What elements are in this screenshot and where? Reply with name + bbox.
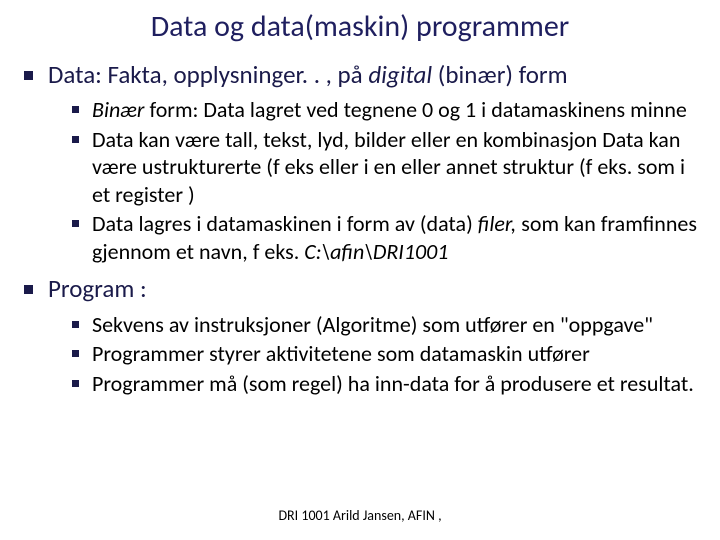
item-pre: Data lagres i datamaskinen i form av (da…: [92, 210, 478, 237]
item-text: Programmer må (som regel) ha inn-data fo…: [92, 370, 694, 397]
content-list: Data: Fakta, opplysninger. . , på digita…: [0, 59, 720, 397]
item-text: Data kan være tall, tekst, lyd, bilder e…: [92, 126, 685, 208]
item-text: Programmer styrer aktivitetene som datam…: [92, 340, 590, 367]
item-italic-mid: filer,: [478, 210, 517, 237]
list-item: Binær form: Data lagret ved tegnene 0 og…: [66, 96, 702, 124]
list-item: Programmer styrer aktivitetene som datam…: [66, 340, 702, 368]
item-rest: form: Data lagret ved tegnene 0 og 1 i d…: [144, 96, 686, 123]
list-item: Programmer må (som regel) ha inn-data fo…: [66, 370, 702, 398]
section-data: Data: Fakta, opplysninger. . , på digita…: [18, 59, 702, 265]
list-item: Data kan være tall, tekst, lyd, bilder e…: [66, 126, 702, 209]
slide-title: Data og data(maskin) programmer: [0, 0, 720, 49]
footer-text: DRI 1001 Arild Jansen, AFIN ,: [0, 507, 720, 524]
sub-list: Binær form: Data lagret ved tegnene 0 og…: [48, 96, 702, 265]
section-heading-italic: digital: [368, 59, 432, 90]
sub-list: Sekvens av instruksjoner (Algoritme) som…: [48, 311, 702, 398]
section-heading-post: (binær) form: [432, 59, 568, 90]
item-text: Sekvens av instruksjoner (Algoritme) som…: [92, 311, 653, 338]
section-heading-pre: Data: Fakta, opplysninger. . , på: [48, 59, 368, 90]
list-item: Sekvens av instruksjoner (Algoritme) som…: [66, 311, 702, 339]
list-item: Data lagres i datamaskinen i form av (da…: [66, 210, 702, 265]
item-italic-lead: Binær: [92, 96, 144, 123]
slide: Data og data(maskin) programmer Data: Fa…: [0, 0, 720, 540]
section-heading: Program :: [48, 273, 147, 304]
section-program: Program : Sekvens av instruksjoner (Algo…: [18, 273, 702, 397]
item-italic-tail: C:\afin\DRI1001: [304, 238, 448, 265]
